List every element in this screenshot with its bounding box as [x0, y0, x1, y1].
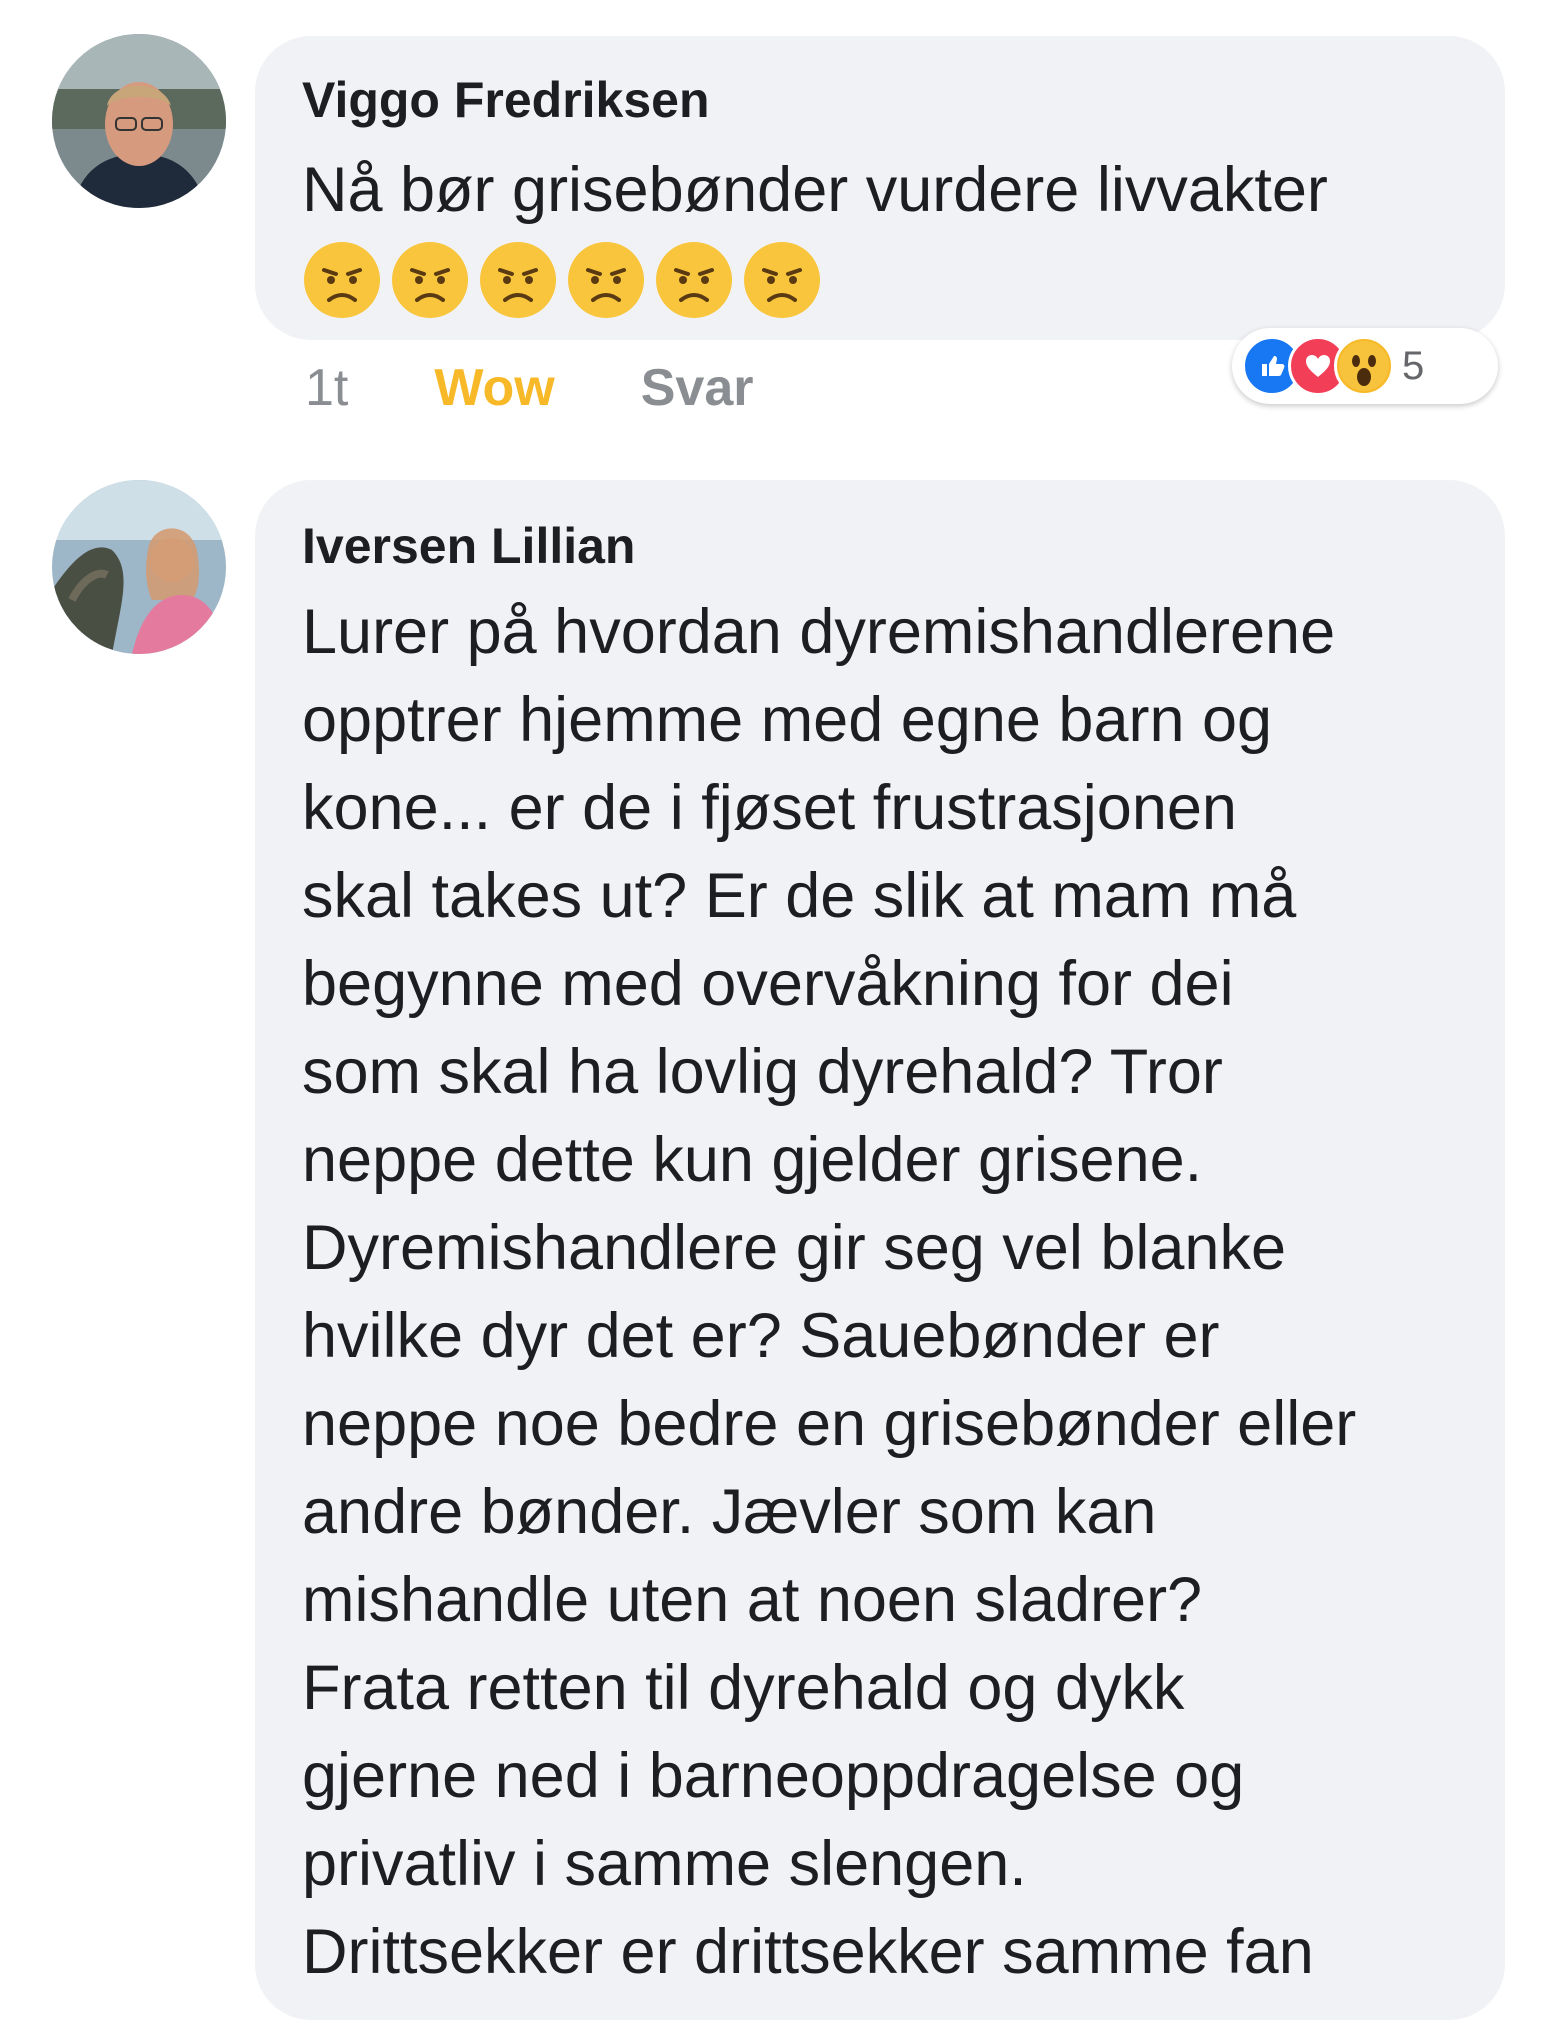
frowning-face-icon: [656, 242, 732, 318]
comment-text-line: Lurer på hvordan dyremishandlerene: [302, 597, 1336, 667]
comment-text: Nå bør grisebønder vurdere livvakter: [302, 146, 1328, 234]
comment-text-line: gjerne ned i barneoppdragelse og: [302, 1741, 1245, 1811]
comment-text-line: Frata retten til dyrehald og dykk: [302, 1653, 1185, 1723]
frowning-face-icon: [304, 242, 380, 318]
comment-author[interactable]: Iversen Lillian: [302, 518, 635, 574]
frowning-face-icon: [480, 242, 556, 318]
comment-text-line: begynne med overvåkning for dei: [302, 949, 1234, 1019]
comment-text-line: Drittsekker er drittsekker samme fan: [302, 1917, 1314, 1987]
reply-button[interactable]: Svar: [641, 358, 754, 418]
comment-text-line: Dyremishandlere gir seg vel blanke: [302, 1213, 1286, 1283]
comment-text-line: mishandle uten at noen sladrer?: [302, 1565, 1203, 1635]
avatar[interactable]: [52, 34, 226, 208]
frowning-face-icon: [392, 242, 468, 318]
frowning-face-icon: [568, 242, 644, 318]
comment-text-line: neppe noe bedre en grisebønder eller: [302, 1389, 1357, 1459]
comment-text-line: andre bønder. Jævler som kan: [302, 1477, 1157, 1547]
reaction-summary[interactable]: 5: [1232, 328, 1498, 404]
comment-timestamp[interactable]: 1t: [305, 358, 348, 418]
reaction-wow-button[interactable]: Wow: [434, 358, 554, 418]
avatar[interactable]: [52, 480, 226, 654]
comment-text: Lurer på hvordan dyremishandlerene opptr…: [302, 588, 1356, 1996]
comment-text-line: som skal ha lovlig dyrehald? Tror: [302, 1037, 1223, 1107]
comment-author[interactable]: Viggo Fredriksen: [302, 72, 710, 128]
reaction-count: 5: [1402, 343, 1425, 388]
comment-text-line: Nå bør grisebønder vurdere livvakter: [302, 155, 1328, 225]
emoji-row: [302, 240, 822, 320]
comment-text-line: privatliv i samme slengen.: [302, 1829, 1027, 1899]
comment-text-line: hvilke dyr det er? Sauebønder er: [302, 1301, 1220, 1371]
comment-text-line: neppe dette kun gjelder grisene.: [302, 1125, 1203, 1195]
comment-actions: 1t Wow Svar: [305, 358, 754, 418]
comment-text-line: skal takes ut? Er de slik at mam må: [302, 861, 1297, 931]
wow-icon: [1334, 336, 1394, 396]
comment-text-line: opptrer hjemme med egne barn og: [302, 685, 1273, 755]
comment-text-line: kone... er de i fjøset frustrasjonen: [302, 773, 1237, 843]
frowning-face-icon: [744, 242, 820, 318]
